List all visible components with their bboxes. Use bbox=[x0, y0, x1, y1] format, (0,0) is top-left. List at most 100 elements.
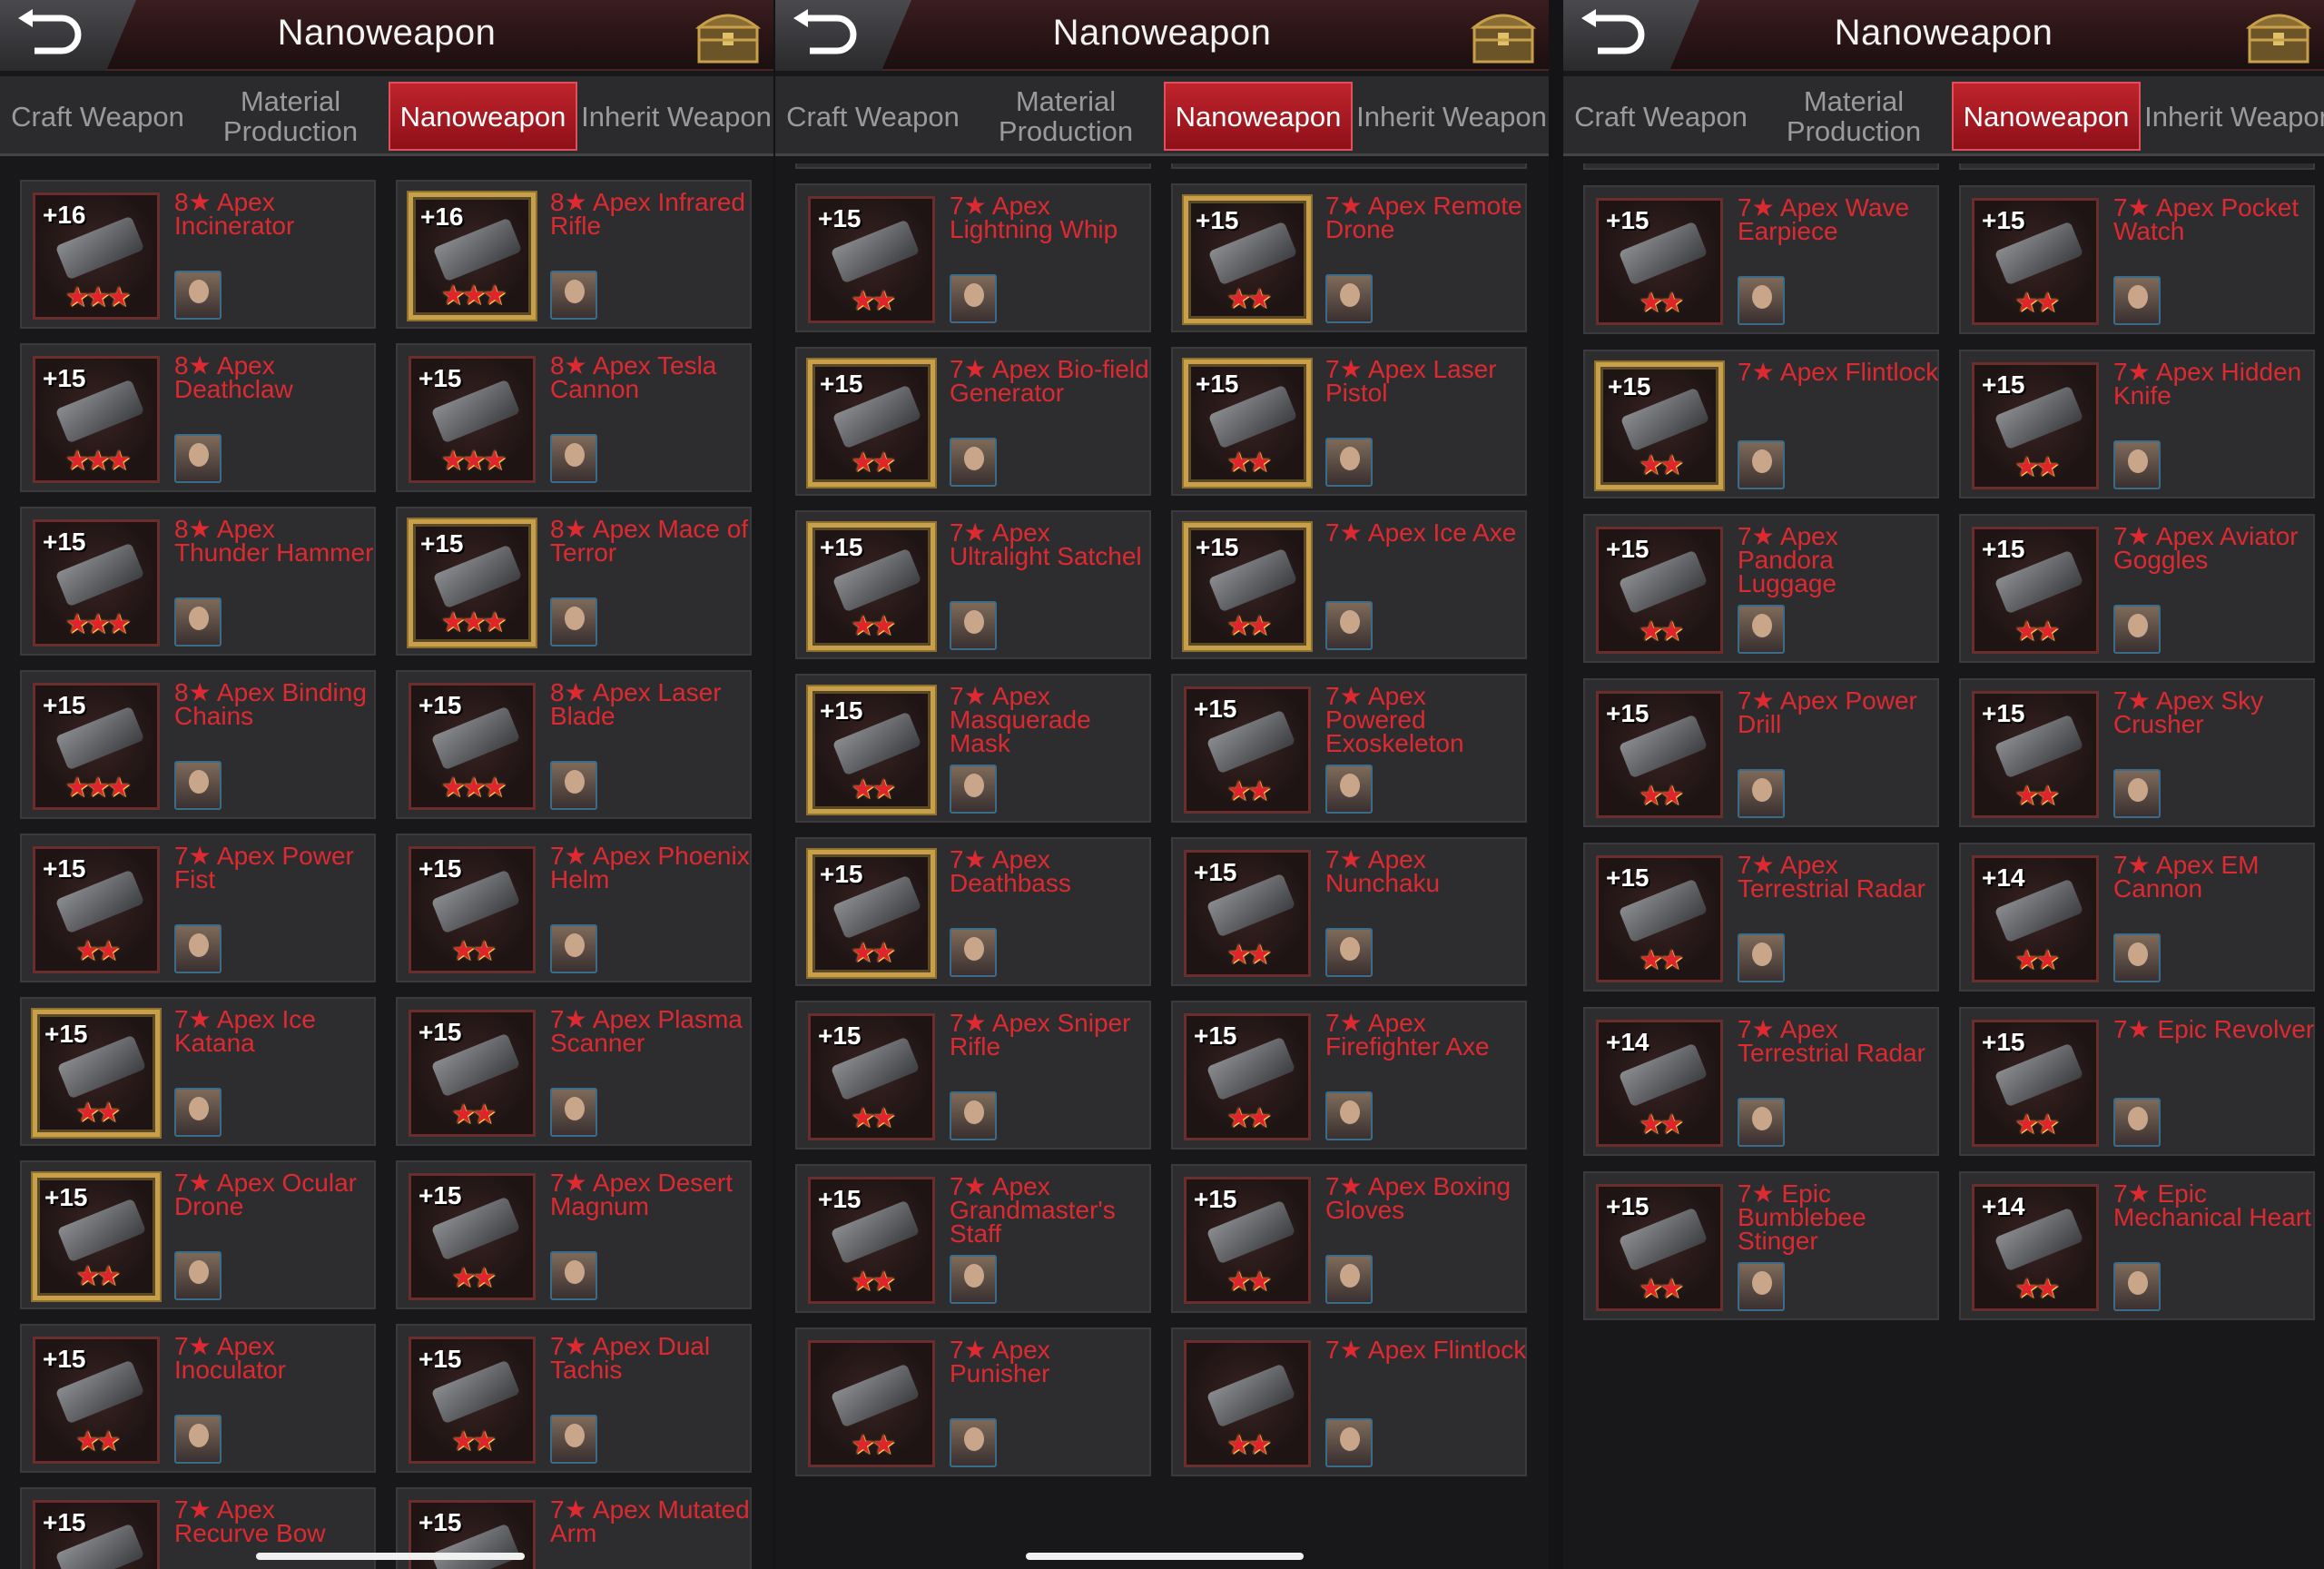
hero-avatar bbox=[1325, 1255, 1373, 1304]
weapon-name: 7★ Apex Bio-field Generator bbox=[950, 355, 1149, 407]
treasure-chest-button[interactable] bbox=[1467, 4, 1540, 67]
hero-avatar bbox=[2113, 1262, 2161, 1311]
weapon-thumbnail: +15 ★★ bbox=[808, 1177, 935, 1304]
hero-avatar bbox=[2113, 769, 2161, 818]
tab-craft-weapon[interactable]: Craft Weapon bbox=[1563, 82, 1758, 151]
weapon-card[interactable]: +15 ★★ 7★ Apex Power Fist bbox=[20, 834, 376, 982]
weapon-card[interactable]: +15 ★★ 7★ Apex Bio-field Generator bbox=[795, 347, 1151, 496]
weapon-card[interactable]: +15 ★★ 7★ Apex Inoculator bbox=[20, 1324, 376, 1473]
weapon-card[interactable]: +15 ★★ 7★ Apex Ultralight Satchel bbox=[795, 510, 1151, 659]
weapon-card[interactable]: +15 ★★★ 8★ Apex Laser Blade bbox=[396, 670, 752, 819]
tab-inherit-weapon[interactable]: Inherit Weapon bbox=[581, 82, 772, 151]
weapon-thumbnail: +14 ★★ bbox=[1596, 1020, 1723, 1147]
tab-material-production[interactable]: Material Production bbox=[970, 82, 1161, 151]
weapon-thumbnail: +15 ★★★ bbox=[33, 356, 160, 483]
weapon-card[interactable]: +15 ★★ 7★ Apex Masquerade Mask bbox=[795, 674, 1151, 823]
weapon-card[interactable]: +15 ★★ 7★ Epic Bumblebee Stinger bbox=[1583, 1171, 1939, 1320]
weapon-card[interactable]: +15 ★★★ 8★ Apex Tesla Cannon bbox=[396, 343, 752, 492]
weapon-name: 7★ Apex EM Cannon bbox=[2113, 851, 2260, 903]
weapon-name: 7★ Apex Phoenix Helm bbox=[550, 842, 750, 893]
weapon-card[interactable]: +15★★7★ Apex Punisher Grenade Launcher bbox=[1959, 163, 2315, 170]
weapon-card[interactable]: +15 ★★ 7★ Apex Plasma Scanner bbox=[396, 997, 752, 1146]
weapon-card[interactable]: +15 ★★ 7★ Apex Deathbass bbox=[795, 837, 1151, 986]
weapon-card[interactable]: ★★ 7★ Apex Punisher bbox=[795, 1327, 1151, 1476]
weapon-name: 7★ Apex Dual Tachis bbox=[550, 1332, 711, 1384]
weapon-card[interactable]: +15★★7★ Apex Remote Detonator bbox=[795, 163, 1151, 169]
weapon-card[interactable]: +15 ★★ 7★ Apex Firefighter Axe bbox=[1171, 1001, 1527, 1150]
weapon-name: 7★ Apex Firefighter Axe bbox=[1325, 1009, 1490, 1061]
hero-avatar bbox=[2113, 1098, 2161, 1147]
tab-material-production[interactable]: Material Production bbox=[1758, 82, 1949, 151]
weapon-thumbnail: +15 ★★ bbox=[1596, 691, 1723, 818]
weapon-name: 7★ Apex Deathbass bbox=[950, 845, 1071, 897]
weapon-name: 7★ Apex Masquerade Mask bbox=[950, 682, 1091, 757]
weapon-card[interactable]: +15 ★★ 7★ Apex Sniper Rifle bbox=[795, 1001, 1151, 1150]
weapon-name: 7★ Apex Lightning Whip bbox=[950, 192, 1118, 243]
weapon-card[interactable]: +16 ★★★ 8★ Apex Infrared Rifle bbox=[396, 180, 752, 329]
nanoweapon-panel-1: Nanoweapon Craft Weapon Material Productio… bbox=[0, 0, 773, 1569]
weapon-card[interactable]: +15 ★★ 7★ Apex Ocular Drone bbox=[20, 1160, 376, 1309]
weapon-card[interactable]: +15★★7★ Apex Lightning Whip bbox=[795, 183, 1151, 332]
weapon-name: 7★ Apex Inoculator bbox=[174, 1332, 286, 1384]
weapon-card[interactable]: +14 ★★ 7★ Apex EM Cannon bbox=[1959, 843, 2315, 992]
weapon-card[interactable]: +15 ★★ 7★ Apex Nunchaku bbox=[1171, 837, 1527, 986]
weapon-card[interactable]: +15 ★★ 7★ Apex Aviator Goggles bbox=[1959, 514, 2315, 663]
enhance-level: +15 bbox=[818, 1021, 862, 1050]
hero-avatar bbox=[174, 434, 222, 483]
treasure-chest-button[interactable] bbox=[2242, 4, 2315, 67]
weapon-card[interactable]: +15 ★★ 7★ Apex Desert Magnum bbox=[396, 1160, 752, 1309]
weapon-name: 8★ Apex Tesla Cannon bbox=[550, 351, 717, 403]
weapon-card[interactable]: +15 ★★ 7★ Apex Flintlock bbox=[1583, 350, 1939, 498]
hero-avatar bbox=[2113, 276, 2161, 325]
tab-nanoweapon[interactable]: Nanoweapon bbox=[1164, 82, 1353, 151]
weapon-card[interactable]: +15 ★★ 7★ Apex Phoenix Helm bbox=[396, 834, 752, 982]
weapon-card[interactable]: +15 ★★ 7★ Apex Grandmaster's Staff bbox=[795, 1164, 1151, 1313]
tab-nanoweapon[interactable]: Nanoweapon bbox=[389, 82, 577, 151]
hero-avatar bbox=[174, 271, 222, 320]
weapon-thumbnail: +15 ★★ bbox=[808, 523, 935, 650]
star-rating-icon: ★★ bbox=[1226, 284, 1272, 314]
weapon-card[interactable]: ★★ 7★ Apex Flintlock bbox=[1171, 1327, 1527, 1476]
enhance-level: +15 bbox=[1196, 533, 1239, 561]
tab-inherit-weapon[interactable]: Inherit Weapon bbox=[2144, 82, 2324, 151]
tab-craft-weapon[interactable]: Craft Weapon bbox=[775, 82, 970, 151]
weapon-card[interactable]: +15 ★★ 7★ Apex Pocket Watch bbox=[1959, 185, 2315, 334]
weapon-card[interactable]: +15 ★★ 7★ Apex Pandora Luggage bbox=[1583, 514, 1939, 663]
weapon-card[interactable]: +15 ★★ 7★ Apex Wave Earpiece bbox=[1583, 185, 1939, 334]
tab-inherit-weapon[interactable]: Inherit Weapon bbox=[1356, 82, 1547, 151]
weapon-card[interactable]: +15 ★★ 7★ Apex Power Drill bbox=[1583, 678, 1939, 827]
weapon-card[interactable]: +15 ★★ 7★ Epic Revolver bbox=[1959, 1007, 2315, 1156]
weapon-thumbnail: +15 ★★ bbox=[1972, 362, 2099, 489]
weapon-card[interactable]: +15 ★★★ 8★ Apex Binding Chains bbox=[20, 670, 376, 819]
weapon-thumbnail: +15 ★★ bbox=[1184, 686, 1311, 814]
tab-craft-weapon[interactable]: Craft Weapon bbox=[0, 82, 195, 151]
weapon-card[interactable]: +15 ★★ 7★ Apex Powered Exoskeleton bbox=[1171, 674, 1527, 823]
treasure-chest-button[interactable] bbox=[692, 4, 764, 67]
weapon-card[interactable]: +14 ★★ 7★ Apex Terrestrial Radar bbox=[1583, 1007, 1939, 1156]
tab-nanoweapon[interactable]: Nanoweapon bbox=[1952, 82, 2141, 151]
weapon-card[interactable]: +15★★7★ Apex Plasma Cannon bbox=[1583, 163, 1939, 170]
weapon-card[interactable]: +16 ★★★ 8★ Apex Incinerator bbox=[20, 180, 376, 329]
weapon-card[interactable]: +15★★7★ Apex Lightning Whip bbox=[1171, 163, 1527, 169]
weapon-card[interactable]: +15 ★★★ 8★ Apex Deathclaw bbox=[20, 343, 376, 492]
weapon-card[interactable]: +15 ★★★ 8★ Apex Thunder Hammer bbox=[20, 507, 376, 656]
weapon-card[interactable]: +15 ★★ 7★ Apex Ice Axe bbox=[1171, 510, 1527, 659]
enhance-level: +15 bbox=[820, 370, 863, 398]
weapon-card[interactable]: +15 ★★ 7★ Apex Boxing Gloves bbox=[1171, 1164, 1527, 1313]
weapon-card[interactable]: +15 ★★ 7★ Apex Sky Crusher bbox=[1959, 678, 2315, 827]
weapon-name: 7★ Apex Pocket Watch bbox=[2113, 193, 2299, 245]
weapon-card[interactable]: +15 ★★ 7★ Apex Ice Katana bbox=[20, 997, 376, 1146]
star-rating-icon: ★★ bbox=[75, 1426, 121, 1456]
star-rating-icon: ★★★ bbox=[64, 609, 132, 639]
weapon-card[interactable]: +15 ★★ 7★ Apex Terrestrial Radar bbox=[1583, 843, 1939, 992]
star-rating-icon: ★★ bbox=[1226, 1267, 1272, 1297]
weapon-card[interactable]: +15 ★★ 7★ Apex Remote Drone bbox=[1171, 183, 1527, 332]
weapon-card[interactable]: +14 ★★ 7★ Epic Mechanical Heart bbox=[1959, 1171, 2315, 1320]
weapon-card[interactable]: +15 ★★ 7★ Apex Hidden Knife bbox=[1959, 350, 2315, 498]
weapon-name: 7★ Apex Punisher bbox=[950, 1336, 1050, 1387]
tab-material-production[interactable]: Material Production bbox=[195, 82, 386, 151]
weapon-card[interactable]: +15 ★★★ 8★ Apex Mace of Terror bbox=[396, 507, 752, 656]
weapon-card[interactable]: +15 ★★ 7★ Apex Dual Tachis bbox=[396, 1324, 752, 1473]
weapon-card[interactable]: +15 ★★ 7★ Apex Laser Pistol bbox=[1171, 347, 1527, 496]
weapon-name: 7★ Apex Powered Exoskeleton bbox=[1325, 682, 1464, 757]
